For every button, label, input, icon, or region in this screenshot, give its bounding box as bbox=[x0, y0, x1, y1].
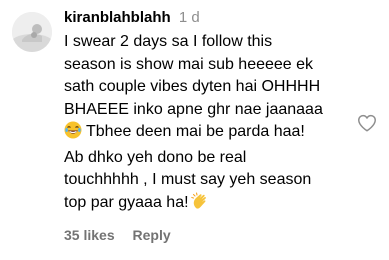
comment-line: I swear 2 days sa I follow this bbox=[64, 33, 273, 50]
username[interactable]: kiranblahblahh bbox=[64, 9, 171, 26]
comment-line: BHAEEE inko apne ghr nae jaanaaa bbox=[64, 100, 323, 118]
clapping-hands-emoji bbox=[190, 191, 209, 218]
comment-line-text: Tbhee deen mai be parda haa! bbox=[86, 123, 305, 140]
likes-count[interactable]: 35 likes bbox=[64, 227, 115, 243]
comment-line-text: top par gyaaa ha! bbox=[64, 193, 189, 211]
comment-actions: 35 likes Reply bbox=[64, 226, 171, 244]
avatar[interactable] bbox=[12, 12, 52, 52]
comment-body: kiranblahblahh 1 d I swear 2 days sa I f… bbox=[64, 8, 354, 217]
comment-line: Ab dhko yeh dono be real bbox=[64, 148, 247, 166]
comment-line: touchhhhh , I must say yeh season bbox=[64, 171, 312, 188]
avatar-image bbox=[12, 12, 52, 52]
comment-line-with-emoji: top par gyaaa ha! bbox=[64, 191, 360, 218]
comment-line: season is show mai sub heeeee ek bbox=[64, 55, 314, 73]
comment: kiranblahblahh 1 d I swear 2 days sa I f… bbox=[0, 0, 389, 260]
comment-text: I swear 2 days sa I follow this season i… bbox=[64, 31, 360, 217]
comment-timestamp: 1 d bbox=[178, 9, 200, 26]
laughing-face-emoji bbox=[64, 121, 82, 147]
comment-line: sath couple vibes dyten hai OHHHH bbox=[64, 78, 321, 95]
reply-button[interactable]: Reply bbox=[133, 227, 171, 243]
heart-icon[interactable] bbox=[356, 112, 378, 134]
comment-header: kiranblahblahh 1 d bbox=[64, 8, 354, 28]
comment-line-with-emoji: Tbhee deen mai be parda haa! bbox=[64, 121, 360, 147]
